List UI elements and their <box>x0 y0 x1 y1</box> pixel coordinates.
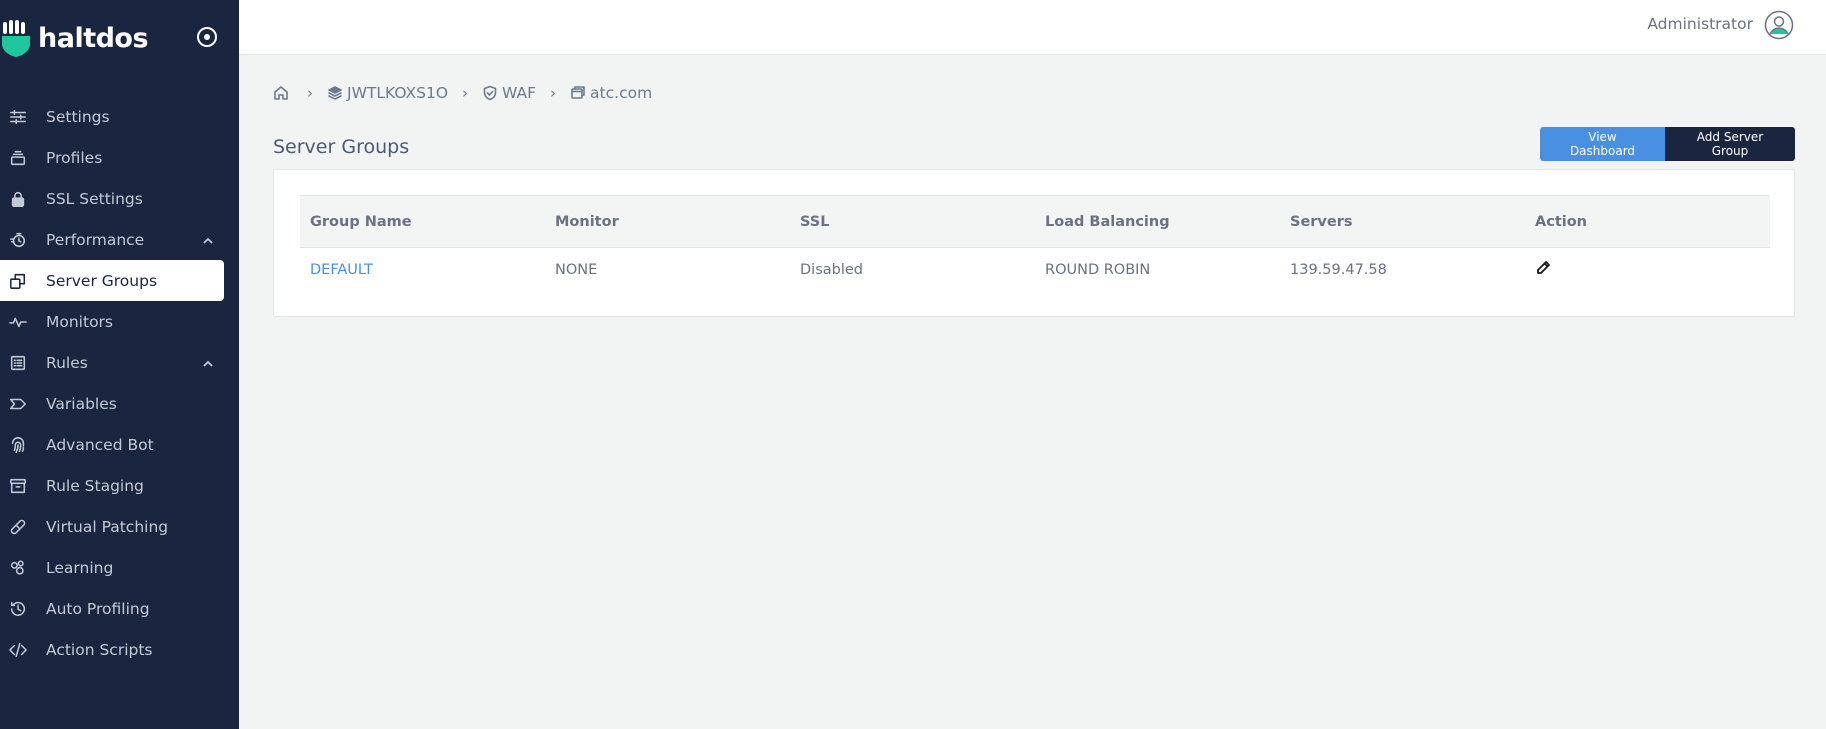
ssl-cell: Disabled <box>800 262 863 279</box>
sidebar-item-monitors[interactable]: Monitors <box>0 301 239 342</box>
archive-icon <box>8 476 28 496</box>
sidebar-item-label: Server Groups <box>46 271 158 290</box>
sidebar-item-label: Action Scripts <box>46 640 153 659</box>
sidebar-item-learning[interactable]: Learning <box>0 547 239 588</box>
sidebar-item-rule-staging[interactable]: Rule Staging <box>0 465 239 506</box>
learning-icon <box>8 558 28 578</box>
column-header-servers: Servers <box>1290 213 1353 230</box>
sidebar-item-advanced-bot[interactable]: Advanced Bot <box>0 424 239 465</box>
breadcrumb-separator: › <box>307 84 313 102</box>
sidebar-item-label: Monitors <box>46 312 113 331</box>
sidebar-item-rules[interactable]: Rules <box>0 342 239 383</box>
sidebar-toggle-icon[interactable] <box>197 27 217 47</box>
sidebar-item-label: Settings <box>46 107 110 126</box>
sidebar-item-profiles[interactable]: Profiles <box>0 137 239 178</box>
breadcrumb-waf[interactable]: WAF <box>482 84 536 102</box>
sidebar-item-label: Virtual Patching <box>46 517 169 536</box>
load-balancing-cell: ROUND ROBIN <box>1045 262 1151 279</box>
sidebar-item-label: Auto Profiling <box>46 599 150 618</box>
page-title: Server Groups <box>273 136 410 158</box>
table-header-row: Group Name Monitor SSL Load Balancing Se… <box>300 195 1770 248</box>
action-cell <box>1525 248 1770 293</box>
sidebar-item-label: Advanced Bot <box>46 435 154 454</box>
stopwatch-icon <box>8 230 28 250</box>
pulse-icon <box>8 312 28 332</box>
sidebar-item-action-scripts[interactable]: Action Scripts <box>0 629 239 670</box>
stack-icon <box>8 148 28 168</box>
breadcrumb-separator: › <box>550 84 557 102</box>
fingerprint-icon <box>8 435 28 455</box>
sidebar-item-ssl-settings[interactable]: SSL Settings <box>0 178 239 219</box>
group-name-link[interactable]: DEFAULT <box>300 248 545 293</box>
sidebar-nav: Settings Profiles SSL Settings Performan… <box>0 96 239 670</box>
breadcrumb: › JWTLKOXS1O › WAF › atc.com <box>273 83 652 103</box>
sidebar-item-label: Learning <box>46 558 114 577</box>
column-header-action: Action <box>1535 213 1588 230</box>
home-icon <box>274 86 288 100</box>
breadcrumb-label: atc.com <box>590 84 653 102</box>
sidebar-item-label: Profiles <box>46 148 103 167</box>
bandage-icon <box>8 517 28 537</box>
column-header-ssl: SSL <box>800 213 830 230</box>
window-icon <box>571 86 585 99</box>
chevron-up-icon[interactable] <box>202 233 214 245</box>
table-row: DEFAULT NONE Disabled ROUND ROBIN 139.59… <box>300 248 1770 293</box>
view-dashboard-button[interactable]: View Dashboard <box>1540 127 1665 161</box>
haltdos-logo-icon <box>2 20 30 57</box>
sidebar-item-label: Variables <box>46 394 117 413</box>
layers-icon <box>328 86 342 100</box>
column-header-monitor: Monitor <box>555 213 619 230</box>
user-name[interactable]: Administrator <box>1647 15 1753 33</box>
sidebar-item-label: Rules <box>46 353 88 372</box>
breadcrumb-home[interactable] <box>273 85 293 101</box>
brand-name: haltdos <box>38 22 149 54</box>
list-icon <box>8 353 28 373</box>
monitor-cell: NONE <box>555 262 598 279</box>
server-groups-card: Group Name Monitor SSL Load Balancing Se… <box>273 169 1795 317</box>
lock-icon <box>8 189 28 209</box>
sidebar-item-virtual-patching[interactable]: Virtual Patching <box>0 506 239 547</box>
server-groups-icon <box>8 271 28 291</box>
breadcrumb-device[interactable]: JWTLKOXS1O <box>327 84 448 102</box>
sidebar-item-variables[interactable]: Variables <box>0 383 239 424</box>
breadcrumb-label: JWTLKOXS1O <box>347 84 449 102</box>
sidebar-item-server-groups[interactable]: Server Groups <box>0 260 224 301</box>
code-icon <box>8 640 28 660</box>
sidebar-item-auto-profiling[interactable]: Auto Profiling <box>0 588 239 629</box>
sidebar-item-performance[interactable]: Performance <box>0 219 239 260</box>
history-icon <box>8 599 28 619</box>
sidebar-item-settings[interactable]: Settings <box>0 96 239 137</box>
sidebar: haltdos Settings Profiles SSL Settings P… <box>0 0 239 729</box>
breadcrumb-separator: › <box>462 84 469 102</box>
sidebar-item-label: SSL Settings <box>46 189 143 208</box>
top-header: Administrator <box>239 0 1826 55</box>
tag-icon <box>8 394 28 414</box>
server-groups-table: Group Name Monitor SSL Load Balancing Se… <box>300 195 1770 293</box>
avatar-icon[interactable] <box>1764 10 1794 40</box>
sidebar-item-label: Performance <box>46 230 145 249</box>
breadcrumb-label: WAF <box>502 84 537 102</box>
sidebar-item-label: Rule Staging <box>46 476 144 495</box>
shield-icon <box>483 85 497 101</box>
chevron-up-icon[interactable] <box>202 356 214 368</box>
brand-logo[interactable]: haltdos <box>0 18 149 58</box>
edit-icon[interactable] <box>1535 261 1551 280</box>
sliders-icon <box>8 107 28 127</box>
servers-cell: 139.59.47.58 <box>1290 262 1387 279</box>
breadcrumb-site[interactable]: atc.com <box>570 84 652 102</box>
column-header-load-balancing: Load Balancing <box>1045 213 1170 230</box>
add-server-group-button[interactable]: Add Server Group <box>1665 127 1795 161</box>
column-header-group-name: Group Name <box>310 213 412 230</box>
